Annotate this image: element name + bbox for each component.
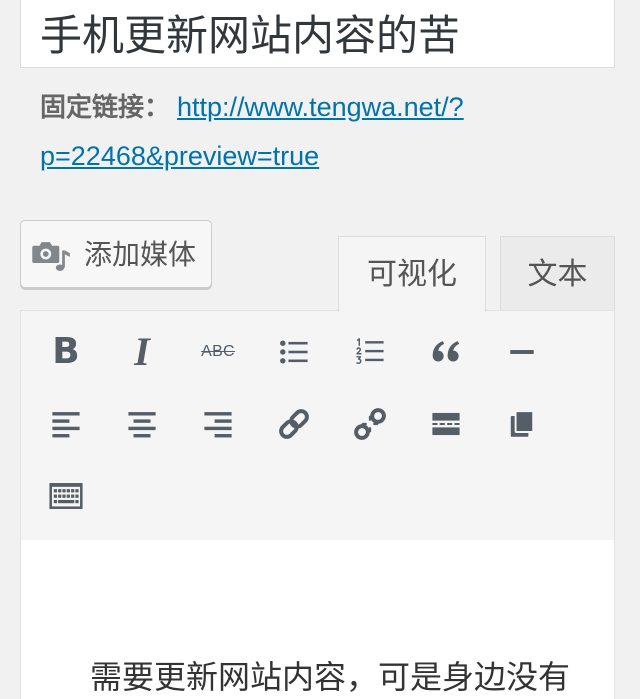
paste-icon <box>506 408 538 440</box>
strikethrough-button[interactable]: ABC <box>180 316 256 388</box>
align-right-icon <box>201 407 235 441</box>
post-title-input[interactable] <box>20 0 615 68</box>
read-more-button[interactable] <box>408 388 484 460</box>
align-center-button[interactable] <box>104 388 180 460</box>
toolbar-row-1: B I ABC <box>28 316 560 388</box>
horizontal-line-button[interactable] <box>484 316 560 388</box>
insert-link-button[interactable] <box>256 388 332 460</box>
remove-link-icon <box>352 406 388 442</box>
toolbar-row-2 <box>28 388 560 460</box>
permalink-box: 固定链接： http://www.tengwa.net/?p=22468&prev… <box>40 83 600 181</box>
editor-content-area[interactable]: 需要更新网站内容，可是身边没有 <box>20 540 615 699</box>
strikethrough-icon: ABC <box>201 343 235 360</box>
tab-text[interactable]: 文本 <box>500 236 615 310</box>
toolbar-toggle-button[interactable] <box>28 460 104 532</box>
align-center-icon <box>125 407 159 441</box>
add-media-button[interactable]: 添加媒体 <box>20 220 212 288</box>
align-left-icon <box>49 407 83 441</box>
toolbar-rows: B I ABC <box>28 316 560 532</box>
align-left-button[interactable] <box>28 388 104 460</box>
align-right-button[interactable] <box>180 388 256 460</box>
remove-link-button[interactable] <box>332 388 408 460</box>
read-more-icon <box>429 407 463 441</box>
permalink-label: 固定链接： <box>40 93 171 123</box>
horizontal-line-icon <box>504 334 540 370</box>
toolbar-toggle-icon <box>48 478 84 514</box>
numbered-list-icon <box>354 336 386 368</box>
paste-button[interactable] <box>484 388 560 460</box>
numbered-list-button[interactable] <box>332 316 408 388</box>
bulleted-list-button[interactable] <box>256 316 332 388</box>
editor-toolbar: B I ABC <box>20 310 615 541</box>
insert-link-icon <box>276 406 312 442</box>
italic-button[interactable]: I <box>104 316 180 388</box>
content-paragraph: 需要更新网站内容，可是身边没有 <box>90 658 571 696</box>
toolbar-row-3 <box>28 460 560 532</box>
italic-icon: I <box>134 329 150 374</box>
blockquote-button[interactable] <box>408 316 484 388</box>
add-media-label: 添加媒体 <box>84 238 197 271</box>
bold-button[interactable]: B <box>28 316 104 388</box>
add-media-icon <box>31 236 71 272</box>
bulleted-list-icon <box>278 336 310 368</box>
bold-icon: B <box>52 331 80 372</box>
blockquote-icon <box>429 335 463 369</box>
tab-visual[interactable]: 可视化 <box>338 236 486 312</box>
